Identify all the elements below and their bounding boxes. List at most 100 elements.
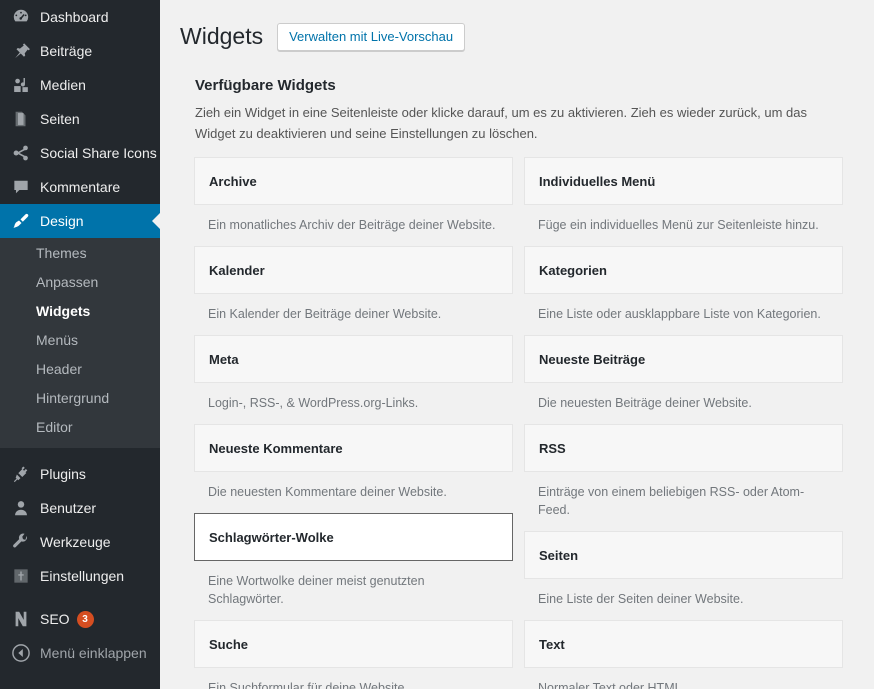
- widget-card-text[interactable]: Text: [524, 620, 843, 668]
- widget-block: Seiten Eine Liste der Seiten deiner Websi…: [524, 531, 843, 620]
- widget-description: Ein monatliches Archiv der Beiträge dein…: [208, 218, 496, 232]
- widget-description: Ein Suchformular für deine Website.: [208, 681, 408, 689]
- collapse-menu-button[interactable]: Menü einklappen: [0, 636, 160, 670]
- sidebar-item-social-share-icons[interactable]: Social Share Icons: [0, 136, 160, 170]
- widget-card-kalender[interactable]: Kalender: [194, 246, 513, 294]
- widget-name: Schlagwörter-Wolke: [209, 529, 334, 545]
- widget-description: Füge ein individuelles Menü zur Seitenle…: [538, 218, 819, 232]
- sidebar-item-medien-label: Medien: [40, 77, 86, 93]
- widget-name: Suche: [209, 636, 249, 652]
- widget-card-neueste-kommentare[interactable]: Neueste Kommentare: [194, 424, 513, 472]
- yoast-seo-icon: [11, 609, 31, 629]
- sidebar-item-beitrage[interactable]: Beiträge: [0, 34, 160, 68]
- widget-block: Archive Ein monatliches Archiv der Beiträ…: [194, 157, 513, 246]
- sidebar-item-werkzeuge[interactable]: Werkzeuge: [0, 525, 160, 559]
- sidebar-item-dashboard-label: Dashboard: [40, 9, 109, 25]
- widget-card-rss[interactable]: RSS: [524, 424, 843, 472]
- widget-block: Kategorien Eine Liste oder ausklappbare L…: [524, 246, 843, 335]
- widget-block: Text Normaler Text oder HTML.: [524, 620, 843, 689]
- plugin-icon: [11, 464, 31, 484]
- submenu-item-anpassen[interactable]: Anpassen: [0, 268, 160, 297]
- appearance-submenu: Themes Anpassen Widgets Menüs Header Hintergr…: [0, 238, 160, 448]
- widget-name: Kategorien: [539, 262, 607, 278]
- status-badge: 3: [76, 610, 94, 628]
- sidebar-item-seo-label: SEO: [40, 611, 70, 627]
- widget-card-seiten[interactable]: Seiten: [524, 531, 843, 579]
- menu-separator-2: [0, 593, 160, 602]
- submenu-item-widgets[interactable]: Widgets: [0, 297, 160, 326]
- submenu-item-header[interactable]: Header: [0, 355, 160, 384]
- widget-card-suche[interactable]: Suche: [194, 620, 513, 668]
- widget-name: Text: [539, 636, 565, 652]
- widget-name: Archive: [209, 173, 257, 189]
- widget-block: Neueste Kommentare Die neuesten Kommentar…: [194, 424, 513, 513]
- pin-icon: [11, 41, 31, 61]
- sidebar-item-seiten[interactable]: Seiten: [0, 102, 160, 136]
- share-icon: [11, 143, 31, 163]
- widget-card-meta[interactable]: Meta: [194, 335, 513, 383]
- sidebar-item-kommentare-label: Kommentare: [40, 179, 121, 195]
- widget-description: Einträge von einem beliebigen RSS- oder …: [538, 485, 805, 517]
- widget-description: Die neuesten Kommentare deiner Website.: [208, 485, 447, 499]
- widget-card-individuelles-menu[interactable]: Individuelles Menü: [524, 157, 843, 205]
- collapse-menu-label: Menü einklappen: [40, 645, 147, 661]
- widget-description: Eine Liste oder ausklappbare Liste von K…: [538, 307, 821, 321]
- widget-card-neueste-beitrage[interactable]: Neueste Beiträge: [524, 335, 843, 383]
- sidebar-item-kommentare[interactable]: Kommentare: [0, 170, 160, 204]
- main-content: Widgets Verwalten mit Live-Vorschau Verf…: [160, 0, 874, 689]
- widget-name: Seiten: [539, 547, 579, 563]
- widget-name: Neueste Kommentare: [209, 440, 343, 456]
- widget-description: Eine Liste der Seiten deiner Website.: [538, 592, 744, 606]
- sidebar-item-werkzeuge-label: Werkzeuge: [40, 534, 111, 550]
- sidebar-item-seo[interactable]: SEO 3: [0, 602, 160, 636]
- widget-block: Kalender Ein Kalender der Beiträge deiner…: [194, 246, 513, 335]
- submenu-item-hintergrund[interactable]: Hintergrund: [0, 384, 160, 413]
- submenu-item-editor[interactable]: Editor: [0, 413, 160, 442]
- sidebar-item-einstellungen-label: Einstellungen: [40, 568, 125, 584]
- comment-icon: [11, 177, 31, 197]
- widget-block: RSS Einträge von einem beliebigen RSS- od…: [524, 424, 843, 531]
- available-widgets-heading: Verfügbare Widgets: [195, 77, 336, 94]
- sidebar-item-medien[interactable]: Medien: [0, 68, 160, 102]
- widget-card-schlagworter-wolke[interactable]: Schlagwörter-Wolke: [194, 513, 513, 561]
- dashboard-icon: [11, 7, 31, 27]
- widget-name: Kalender: [209, 262, 265, 278]
- sidebar-item-seiten-label: Seiten: [40, 111, 80, 127]
- appearance-brush-icon: [11, 211, 31, 231]
- sidebar-item-plugins[interactable]: Plugins: [0, 457, 160, 491]
- sidebar-lower-menu: Plugins Benutzer Werkzeuge Einstellungen: [0, 457, 160, 593]
- widget-card-kategorien[interactable]: Kategorien: [524, 246, 843, 294]
- admin-page: Dashboard Beiträge Medien Seiten Social Shar…: [0, 0, 874, 689]
- widget-block: Schlagwörter-Wolke Eine Wortwolke deiner …: [194, 513, 513, 620]
- wrench-icon: [11, 532, 31, 552]
- widget-description: Die neuesten Beiträge deiner Website.: [538, 396, 752, 410]
- available-widgets-description: Zieh ein Widget in eine Seitenleiste ode…: [195, 105, 808, 141]
- submenu-item-themes[interactable]: Themes: [0, 239, 160, 268]
- widget-description: Login-, RSS-, & WordPress.org-Links.: [208, 396, 419, 410]
- widget-column-right: Individuelles Menü Füge ein individuelles…: [524, 157, 843, 689]
- available-widgets-grid: Archive Ein monatliches Archiv der Beiträ…: [194, 157, 854, 689]
- widget-description: Normaler Text oder HTML.: [538, 681, 686, 689]
- admin-sidebar: Dashboard Beiträge Medien Seiten Social Shar…: [0, 0, 160, 689]
- sidebar-item-benutzer-label: Benutzer: [40, 500, 97, 516]
- manage-with-live-preview-button[interactable]: Verwalten mit Live-Vorschau: [277, 22, 466, 51]
- sidebar-item-social-share-icons-label: Social Share Icons: [40, 145, 157, 161]
- submenu-item-menus[interactable]: Menüs: [0, 326, 160, 355]
- sidebar-item-design-label: Design: [40, 213, 84, 229]
- sidebar-item-plugins-label: Plugins: [40, 466, 86, 482]
- widget-card-archive[interactable]: Archive: [194, 157, 513, 205]
- sidebar-item-einstellungen[interactable]: Einstellungen: [0, 559, 160, 593]
- sidebar-item-beitrage-label: Beiträge: [40, 43, 93, 59]
- widget-block: Meta Login-, RSS-, & WordPress.org-Links.: [194, 335, 513, 424]
- widget-block: Neueste Beiträge Die neuesten Beiträge de…: [524, 335, 843, 424]
- widget-name: Meta: [209, 351, 239, 367]
- sidebar-item-benutzer[interactable]: Benutzer: [0, 491, 160, 525]
- widget-block: Individuelles Menü Füge ein individuelles…: [524, 157, 843, 246]
- widget-name: RSS: [539, 440, 566, 456]
- settings-icon: [11, 566, 31, 586]
- user-icon: [11, 498, 31, 518]
- sidebar-item-design[interactable]: Design: [0, 204, 160, 238]
- sidebar-item-dashboard[interactable]: Dashboard: [0, 0, 160, 34]
- page-header: Widgets Verwalten mit Live-Vorschau: [180, 0, 854, 55]
- widget-block: Suche Ein Suchformular für deine Website.: [194, 620, 513, 689]
